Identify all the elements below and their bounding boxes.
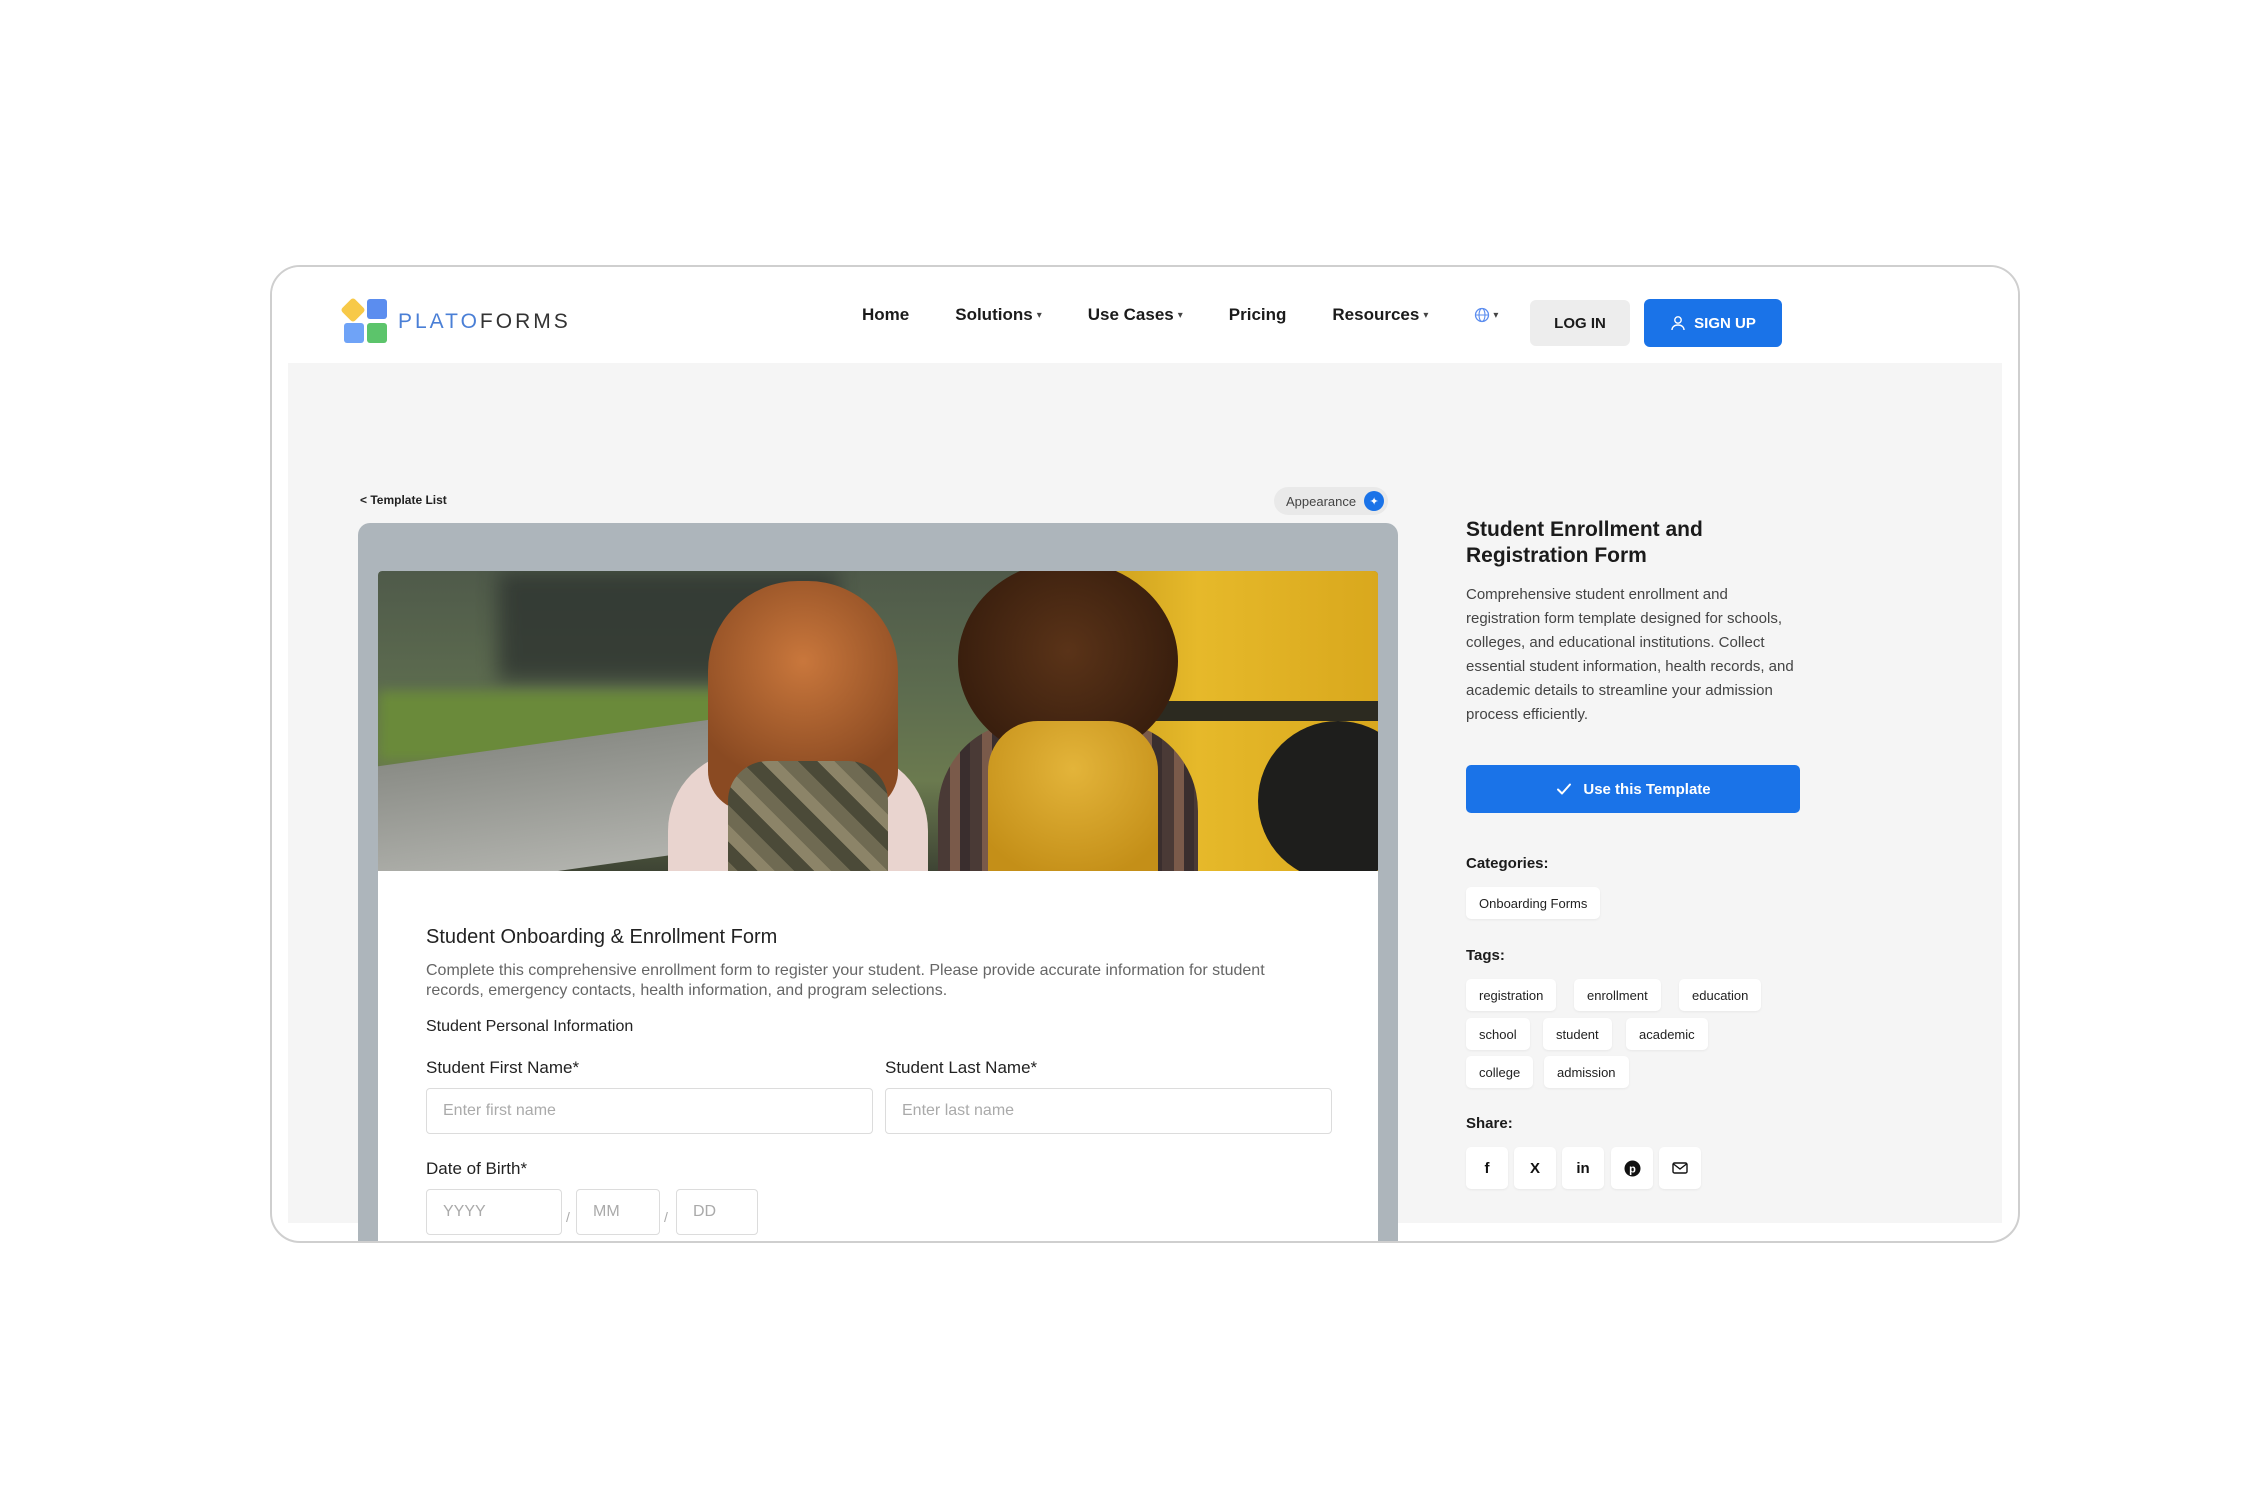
- chevron-down-icon: ▾: [1493, 309, 1499, 321]
- top-navbar: PLATOFORMS Home Solutions ▾ Use Cases ▾ Pr…: [272, 267, 2018, 363]
- form-description: Complete this comprehensive enrollment f…: [426, 962, 1265, 999]
- use-template-label: Use this Template: [1583, 780, 1711, 798]
- dob-month-input[interactable]: MM: [576, 1189, 660, 1235]
- nav-solutions[interactable]: Solutions ▾: [955, 305, 1041, 325]
- share-linkedin-button[interactable]: in: [1562, 1147, 1604, 1189]
- nav-use-cases[interactable]: Use Cases ▾: [1088, 305, 1183, 325]
- check-icon: [1557, 783, 1572, 795]
- nav-home[interactable]: Home: [862, 305, 909, 325]
- signup-button[interactable]: SIGN UP: [1644, 299, 1782, 347]
- tag-chip[interactable]: school: [1466, 1018, 1530, 1050]
- chevron-down-icon: ▾: [1423, 309, 1429, 321]
- form-title: Student Onboarding & Enrollment Form: [426, 926, 778, 948]
- language-selector[interactable]: ▾: [1474, 307, 1498, 323]
- user-icon: [1671, 316, 1685, 331]
- tag-chip[interactable]: enrollment: [1574, 979, 1661, 1011]
- section-title: Student Personal Information: [426, 1018, 634, 1035]
- logo[interactable]: PLATOFORMS: [340, 297, 571, 345]
- hero-image: [378, 571, 1378, 871]
- tag-chip[interactable]: student: [1543, 1018, 1612, 1050]
- category-chip[interactable]: Onboarding Forms: [1466, 887, 1601, 919]
- use-template-button[interactable]: Use this Template: [1466, 765, 1800, 813]
- share-pinterest-button[interactable]: p: [1611, 1147, 1653, 1189]
- tag-chip[interactable]: academic: [1626, 1018, 1708, 1050]
- nav-pricing[interactable]: Pricing: [1229, 305, 1287, 325]
- dob-day-input[interactable]: DD: [676, 1189, 758, 1235]
- login-button[interactable]: LOG IN: [1530, 300, 1630, 346]
- dob-year-input[interactable]: YYYY: [426, 1189, 562, 1235]
- nav-resources[interactable]: Resources ▾: [1332, 305, 1428, 325]
- appearance-label: Appearance: [1286, 493, 1357, 509]
- date-separator: /: [664, 1209, 668, 1225]
- mail-icon: [1672, 1162, 1688, 1174]
- globe-icon: [1475, 307, 1490, 323]
- main-nav: Home Solutions ▾ Use Cases ▾ Pricing Resou…: [862, 267, 1498, 363]
- tag-chip[interactable]: education: [1679, 979, 1762, 1011]
- share-email-button[interactable]: [1659, 1147, 1701, 1189]
- chevron-down-icon: ▾: [1177, 309, 1183, 321]
- last-name-label: Student Last Name*: [885, 1058, 1038, 1077]
- browser-frame: PLATOFORMS Home Solutions ▾ Use Cases ▾ Pr…: [270, 265, 2020, 1243]
- first-name-label: Student First Name*: [426, 1058, 580, 1077]
- signup-label: SIGN UP: [1694, 314, 1756, 332]
- template-list-link[interactable]: < Template List: [360, 493, 447, 507]
- last-name-input[interactable]: Enter last name: [885, 1088, 1332, 1134]
- form-preview: Student Onboarding & Enrollment Form Com…: [358, 523, 1398, 1241]
- form-card: Student Onboarding & Enrollment Form Com…: [378, 571, 1378, 1241]
- dob-label: Date of Birth*: [426, 1159, 528, 1178]
- svg-text:p: p: [1629, 1163, 1636, 1175]
- template-description: Comprehensive student enrollment and reg…: [1466, 586, 1794, 723]
- linkedin-icon: in: [1576, 1159, 1590, 1177]
- first-name-input[interactable]: Enter first name: [426, 1088, 873, 1134]
- tag-chip[interactable]: admission: [1544, 1056, 1629, 1088]
- tags-label: Tags:: [1466, 947, 1505, 964]
- date-separator: /: [566, 1209, 570, 1225]
- x-icon: X: [1529, 1159, 1540, 1177]
- share-x-button[interactable]: X: [1514, 1147, 1556, 1189]
- appearance-toggle[interactable]: Appearance ✦: [1274, 487, 1389, 515]
- share-facebook-button[interactable]: f: [1466, 1147, 1508, 1189]
- categories-label: Categories:: [1466, 855, 1549, 872]
- logo-icon: [340, 297, 388, 345]
- template-title: Student Enrollment and Registration Form: [1466, 518, 1703, 567]
- facebook-icon: f: [1484, 1159, 1490, 1177]
- appearance-icon: ✦: [1364, 491, 1385, 511]
- tag-chip[interactable]: college: [1466, 1056, 1534, 1088]
- chevron-down-icon: ▾: [1036, 309, 1042, 321]
- brand-name: PLATOFORMS: [398, 310, 571, 333]
- tag-chip[interactable]: registration: [1466, 979, 1557, 1011]
- share-label: Share:: [1466, 1115, 1513, 1132]
- page-content: < Template List Appearance ✦ Student Onb…: [288, 363, 2002, 1241]
- pinterest-icon: p: [1624, 1160, 1640, 1176]
